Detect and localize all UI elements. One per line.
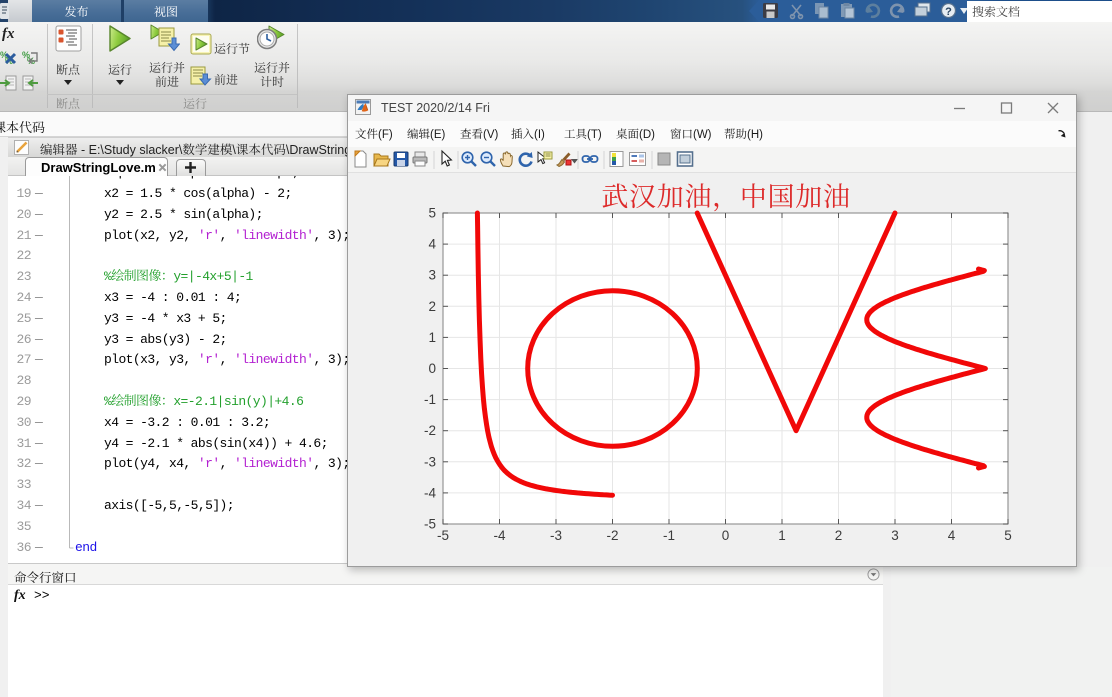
svg-text:2: 2 [428,299,436,314]
svg-text:1: 1 [428,330,436,345]
svg-text:-3: -3 [424,454,436,469]
svg-text:-4: -4 [424,485,436,500]
svg-text:-1: -1 [424,392,436,407]
svg-text:-3: -3 [550,528,562,543]
svg-text:0: 0 [428,361,436,376]
svg-text:-2: -2 [424,423,436,438]
svg-text:-1: -1 [663,528,675,543]
svg-text:-2: -2 [606,528,618,543]
svg-text:3: 3 [428,268,436,283]
svg-text:?: ? [945,6,952,18]
svg-text:2: 2 [835,528,843,543]
svg-text:5: 5 [1004,528,1012,543]
svg-text:1: 1 [778,528,786,543]
svg-text:-5: -5 [424,517,436,532]
svg-text:4: 4 [428,237,436,252]
svg-text:3: 3 [891,528,899,543]
svg-text:-5: -5 [437,528,449,543]
svg-text:-4: -4 [493,528,505,543]
svg-text:4: 4 [948,528,956,543]
svg-text:0: 0 [722,528,730,543]
